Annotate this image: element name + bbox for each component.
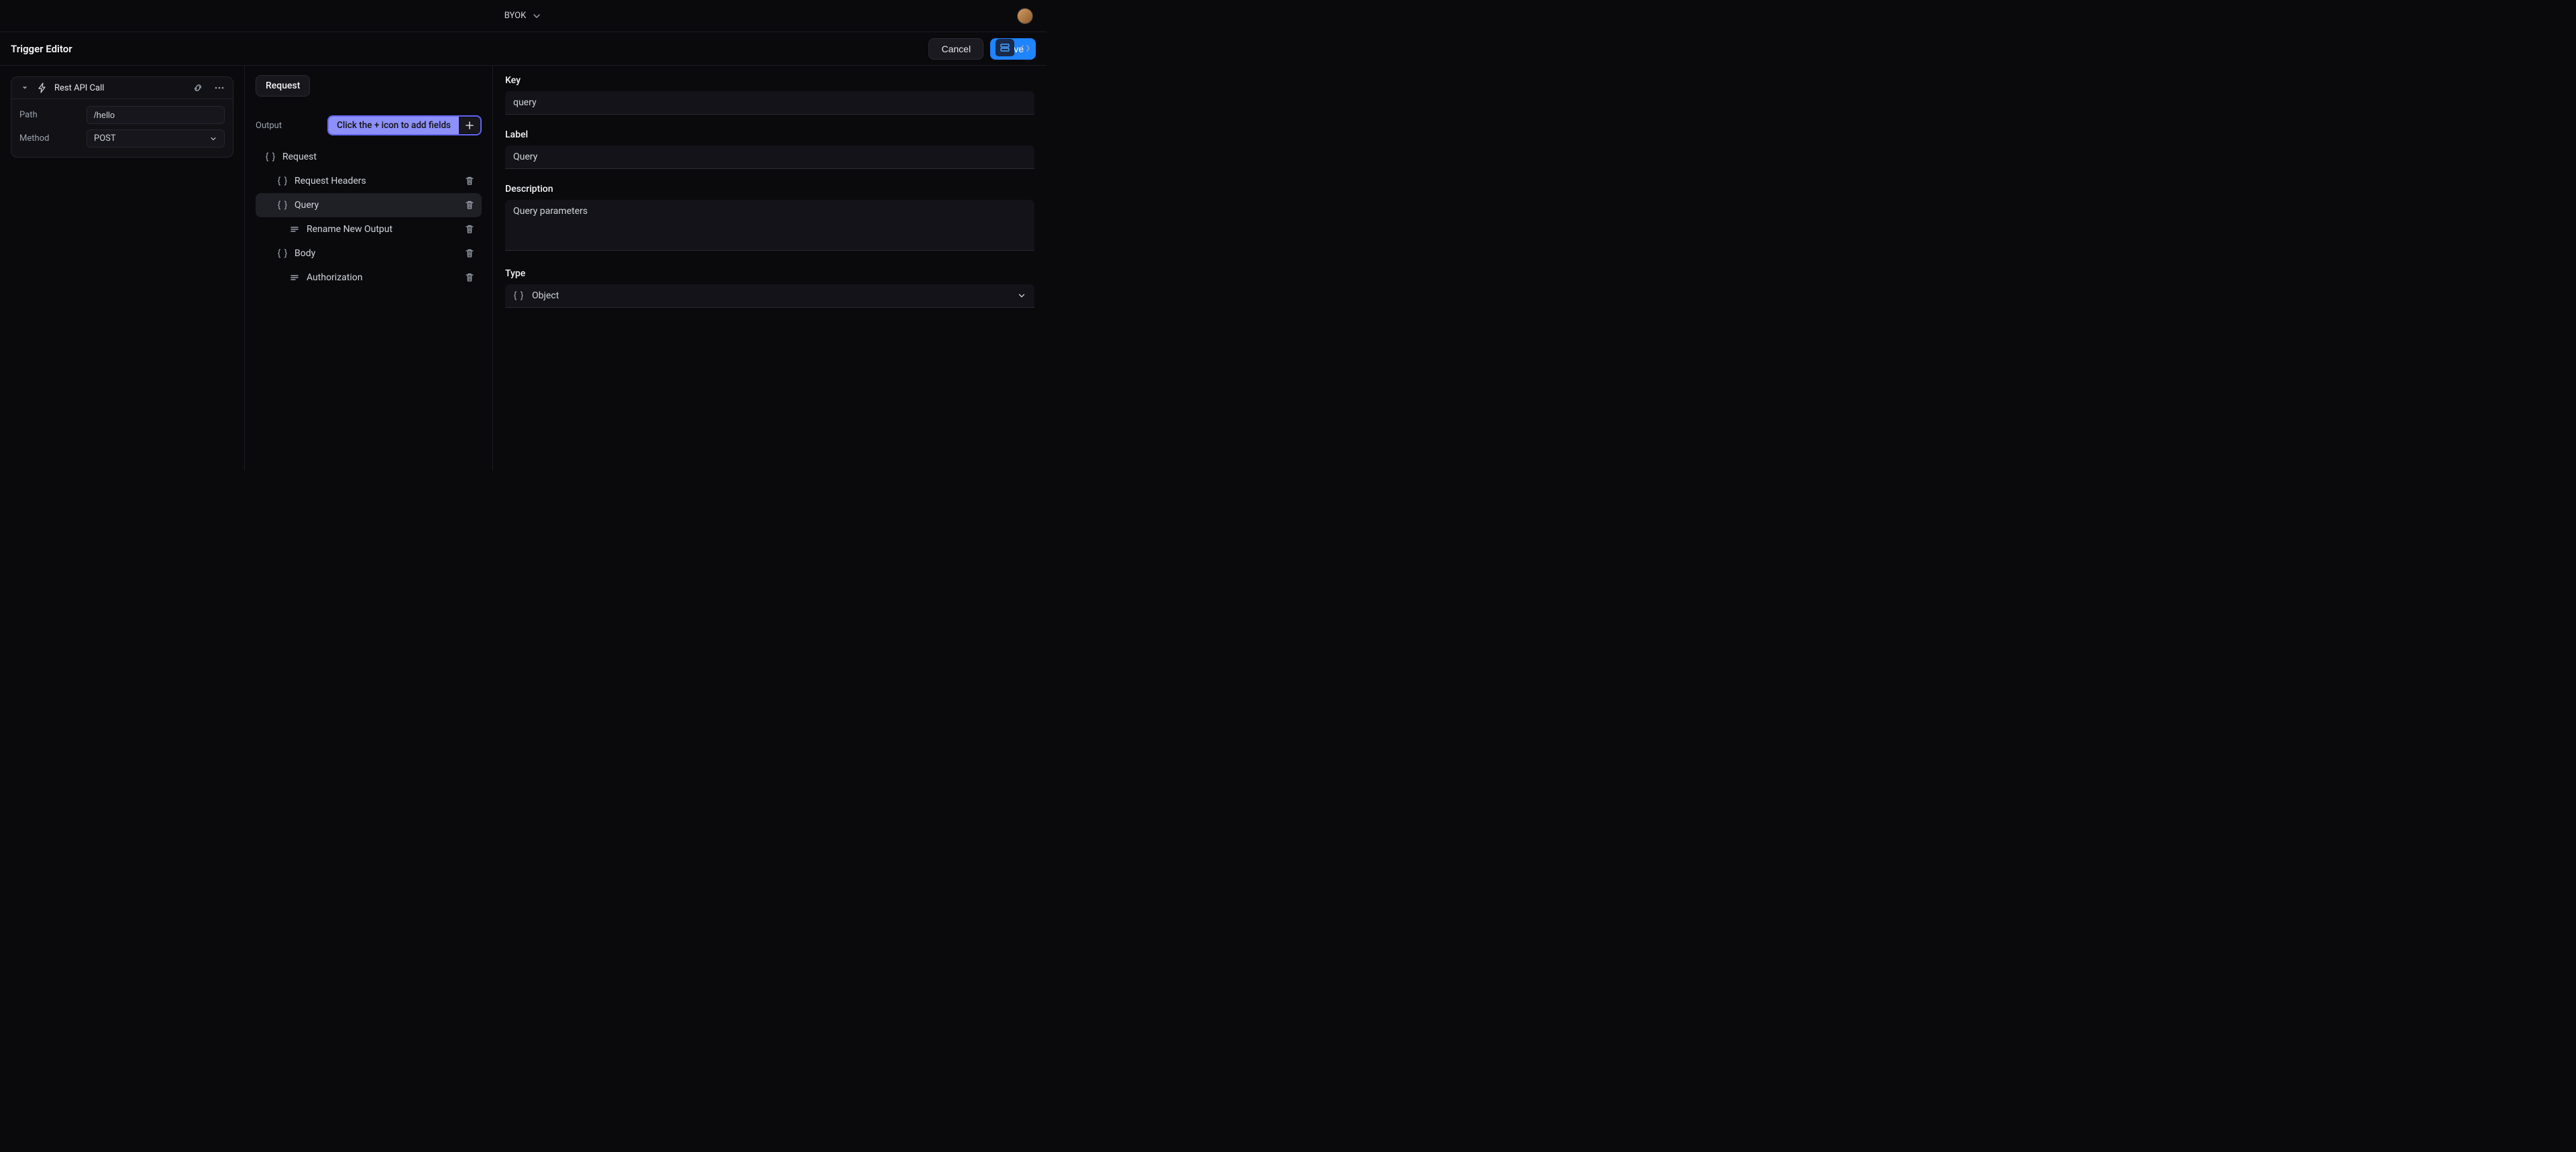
tree-label: Request — [282, 152, 317, 162]
node-title: Rest API Call — [54, 83, 186, 93]
braces-icon — [277, 248, 288, 259]
tree-label: Rename New Output — [307, 224, 392, 235]
trash-icon[interactable] — [464, 224, 475, 235]
label-group: Label — [505, 129, 1034, 169]
tree-item-request[interactable]: Request — [256, 145, 482, 169]
node-body: Path Method POST — [11, 99, 233, 157]
description-label: Description — [505, 184, 1034, 194]
path-input[interactable] — [87, 106, 225, 124]
braces-icon — [513, 290, 524, 301]
tree-label: Authorization — [307, 272, 362, 283]
output-panel: Request Output Click the + icon to add f… — [245, 66, 493, 471]
tree-item-query[interactable]: Query — [256, 193, 482, 217]
plus-icon — [464, 120, 475, 131]
key-input[interactable] — [505, 91, 1034, 115]
sidebar: Rest API Call Path Method POST — [0, 66, 245, 471]
type-select[interactable]: Object — [505, 284, 1034, 308]
label-input[interactable] — [505, 146, 1034, 169]
cancel-button[interactable]: Cancel — [928, 38, 983, 60]
tree-item-request-headers[interactable]: Request Headers — [256, 169, 482, 193]
topbar: BYOK — [0, 0, 1046, 32]
path-label: Path — [19, 110, 80, 120]
type-value: Object — [532, 290, 1009, 301]
trash-icon[interactable] — [464, 200, 475, 211]
node-header: Rest API Call — [11, 77, 233, 99]
text-icon — [289, 272, 300, 283]
page-title: Trigger Editor — [11, 43, 72, 55]
tab-request[interactable]: Request — [256, 75, 310, 97]
workspace-name: BYOK — [504, 11, 526, 21]
avatar[interactable] — [1017, 8, 1033, 24]
form-view-button[interactable] — [996, 39, 1014, 58]
method-value: POST — [94, 133, 116, 143]
add-field-hint-group: Click the + icon to add fields — [327, 115, 482, 135]
method-row: Method POST — [19, 129, 225, 148]
label-label: Label — [505, 129, 1034, 140]
type-group: Type Object — [505, 268, 1034, 308]
output-label: Output — [256, 121, 282, 131]
link-icon[interactable] — [193, 82, 203, 93]
method-label: Method — [19, 133, 80, 143]
node-card: Rest API Call Path Method POST — [11, 76, 233, 158]
tree-item-rename-new-output[interactable]: Rename New Output — [256, 217, 482, 241]
braces-icon — [277, 176, 288, 186]
trash-icon[interactable] — [464, 272, 475, 283]
trash-icon[interactable] — [464, 248, 475, 259]
path-row: Path — [19, 106, 225, 124]
chevron-down-icon — [1017, 291, 1026, 300]
detail-panel: Key Label Description Type Object — [493, 66, 1046, 471]
description-group: Description — [505, 184, 1034, 253]
main: Rest API Call Path Method POST — [0, 66, 1046, 471]
trash-icon[interactable] — [464, 176, 475, 186]
key-group: Key — [505, 75, 1034, 115]
tree-item-authorization[interactable]: Authorization — [256, 266, 482, 290]
more-icon[interactable] — [214, 82, 225, 93]
output-tree: Request Request Headers Query Rename New… — [256, 145, 482, 290]
form-view-icon — [1000, 42, 1010, 53]
collapse-toggle[interactable] — [19, 82, 30, 93]
bolt-icon — [37, 82, 48, 93]
method-select[interactable]: POST — [87, 129, 225, 148]
code-view-button[interactable] — [1016, 39, 1034, 58]
view-toggle — [996, 39, 1034, 58]
braces-icon — [277, 200, 288, 211]
tree-label: Query — [294, 200, 319, 211]
output-header: Output Click the + icon to add fields — [256, 115, 482, 135]
tree-label: Body — [294, 248, 315, 259]
text-icon — [289, 224, 300, 235]
description-input[interactable] — [505, 200, 1034, 251]
tree-item-body[interactable]: Body — [256, 241, 482, 266]
type-label: Type — [505, 268, 1034, 279]
add-field-button[interactable] — [459, 117, 480, 133]
braces-icon — [265, 152, 276, 162]
tab-row: Request — [256, 75, 482, 97]
editor-header: Trigger Editor Cancel Save — [0, 32, 1046, 66]
add-field-hint: Click the + icon to add fields — [329, 117, 459, 134]
tree-label: Request Headers — [294, 176, 366, 186]
key-label: Key — [505, 75, 1034, 86]
chevron-down-icon — [531, 11, 542, 21]
chevron-down-icon — [209, 135, 217, 143]
code-view-icon — [1020, 43, 1030, 54]
caret-down-icon — [21, 84, 28, 91]
workspace-selector[interactable]: BYOK — [504, 11, 542, 21]
